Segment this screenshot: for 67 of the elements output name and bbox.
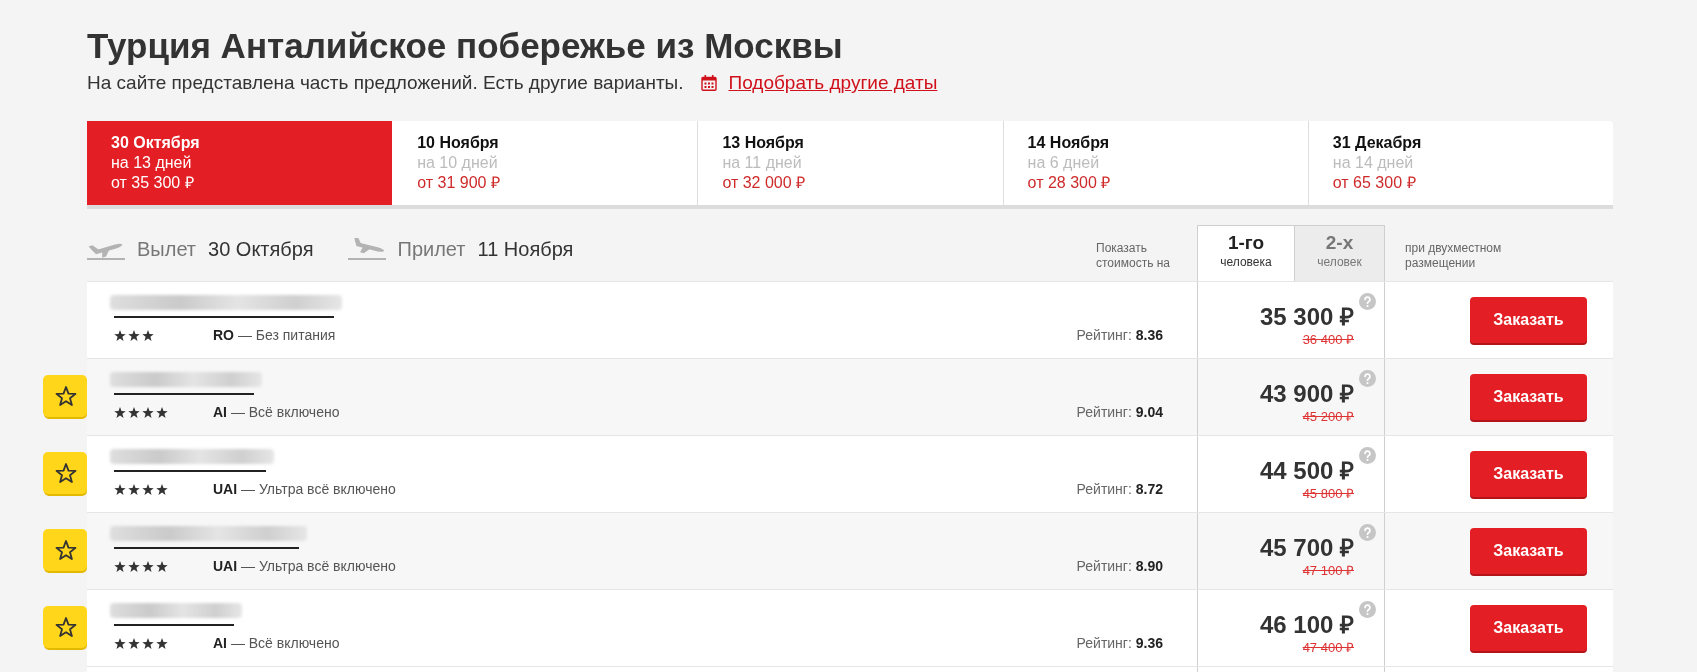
star-icon — [128, 560, 140, 572]
old-price: 47 100 ₽ — [1302, 563, 1354, 579]
price: 46 100 ₽ — [1259, 611, 1354, 639]
help-icon[interactable] — [1359, 601, 1376, 618]
meal-plan: UAI — Ультра всё включено — [213, 558, 396, 574]
plane-landing-icon — [347, 238, 386, 260]
show-price-label: Показать стоимость на — [1096, 241, 1172, 271]
rating-text: Рейтинг: 8.72 — [1076, 481, 1164, 497]
meal-plan: AI — Всё включено — [213, 404, 340, 420]
order-button[interactable]: Заказать — [1470, 451, 1587, 497]
rating-text: Рейтинг: 8.90 — [1076, 558, 1164, 574]
star-icon — [142, 637, 154, 649]
star-icon — [142, 560, 154, 572]
calendar-icon — [700, 75, 717, 91]
price: 43 900 ₽ — [1259, 380, 1354, 408]
help-icon[interactable] — [1359, 293, 1376, 310]
help-icon[interactable] — [1359, 447, 1376, 464]
rating-text: Рейтинг: 8.36 — [1076, 327, 1164, 343]
date-tab[interactable]: 30 Октября на 13 дней от 35 300 ₽ — [87, 121, 393, 205]
arrival-label: Прилет — [397, 237, 466, 261]
old-price: 36 400 ₽ — [1302, 332, 1354, 348]
star-icon — [128, 483, 140, 495]
date-tab[interactable]: 10 Ноября на 10 дней от 31 900 ₽ — [392, 121, 698, 205]
departure-date: 30 Октября — [208, 237, 314, 261]
star-icon — [128, 329, 140, 341]
star-icon — [128, 406, 140, 418]
star-icon — [156, 406, 168, 418]
star-icon — [156, 560, 168, 572]
help-icon[interactable] — [1359, 524, 1376, 541]
meal-plan: AI — Всё включено — [213, 635, 340, 651]
arrival-date: 11 Ноября — [477, 237, 574, 261]
order-button[interactable]: Заказать — [1470, 374, 1587, 420]
persons-tab[interactable]: 2-х человек — [1295, 225, 1385, 281]
star-icon — [114, 406, 126, 418]
date-tab[interactable]: 14 Ноября на 6 дней от 28 300 ₽ — [1002, 121, 1308, 205]
star-icon — [156, 483, 168, 495]
price: 35 300 ₽ — [1259, 303, 1354, 331]
star-icon — [142, 483, 154, 495]
old-price: 47 400 ₽ — [1302, 640, 1354, 656]
rating-text: Рейтинг: 9.36 — [1076, 635, 1164, 651]
old-price: 45 800 ₽ — [1302, 486, 1354, 502]
order-button[interactable]: Заказать — [1470, 528, 1587, 574]
old-price: 45 200 ₽ — [1302, 409, 1354, 425]
date-tab[interactable]: 31 Декабря на 14 дней от 65 300 ₽ — [1307, 121, 1613, 205]
departure-label: Вылет — [137, 237, 196, 261]
persons-tab[interactable]: 1-го человека — [1197, 225, 1295, 281]
star-icon — [142, 406, 154, 418]
price: 44 500 ₽ — [1259, 457, 1354, 485]
info-text: На сайте представлена часть предложений. Есть другие варианты. — [87, 72, 684, 94]
help-icon[interactable] — [1359, 370, 1376, 387]
star-icon — [156, 637, 168, 649]
meal-plan: RO — Без питания — [213, 327, 336, 343]
meal-plan: UAI — Ультра всё включено — [213, 481, 396, 497]
other-dates-link[interactable]: Подобрать другие даты — [728, 72, 938, 94]
star-icon — [114, 329, 126, 341]
price: 45 700 ₽ — [1259, 534, 1354, 562]
order-button[interactable]: Заказать — [1470, 605, 1587, 651]
star-icon — [142, 329, 154, 341]
accommodation-note: при двухместном размещении — [1405, 241, 1503, 271]
star-icon — [128, 637, 140, 649]
star-icon — [114, 483, 126, 495]
order-button[interactable]: Заказать — [1470, 297, 1587, 343]
star-icon — [114, 637, 126, 649]
date-tab[interactable]: 13 Ноября на 11 дней от 32 000 ₽ — [697, 121, 1003, 205]
page-title: Турция Анталийское побережье из Москвы — [87, 25, 844, 66]
star-icon — [114, 560, 126, 572]
rating-text: Рейтинг: 9.04 — [1076, 404, 1164, 420]
